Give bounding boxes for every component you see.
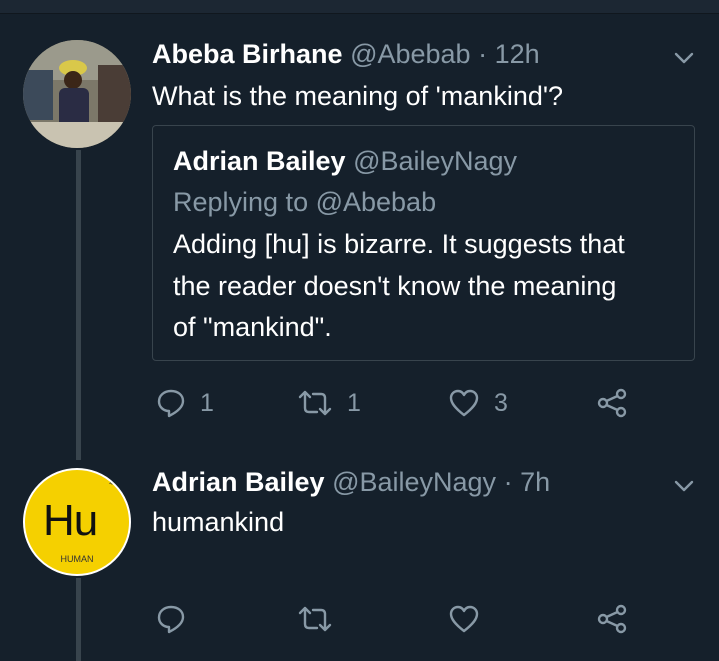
quote-author-handle: @BaileyNagy <box>353 146 518 176</box>
like-count: 3 <box>494 389 508 417</box>
quote-author-name: Adrian Bailey <box>173 146 346 176</box>
tweet-text: What is the meaning of 'mankind'? <box>152 81 564 111</box>
reply-icon <box>157 389 185 418</box>
share-icon <box>597 388 627 418</box>
retweet-icon <box>298 390 332 416</box>
timestamp[interactable]: 12h <box>495 39 540 69</box>
tweet-text: humankind <box>152 507 285 537</box>
share-button[interactable] <box>596 388 628 418</box>
retweet-icon <box>298 606 332 632</box>
tweet-header: Abeba Birhane @Abebab · 12h <box>152 38 540 70</box>
author-name[interactable]: Adrian Bailey <box>152 467 325 497</box>
quote-text-line: the reader doesn't know the meaning <box>173 271 617 301</box>
author-handle[interactable]: @Abebab <box>350 39 471 69</box>
top-bar <box>0 0 719 14</box>
avatar-photo <box>23 40 131 148</box>
like-icon <box>449 389 479 417</box>
avatar-number: 4.5 <box>109 480 119 487</box>
quote-text-line: of "mankind". <box>173 312 332 342</box>
share-button[interactable] <box>596 604 628 634</box>
avatar-adrian[interactable]: 4.5 Hu HUMAN <box>23 468 131 576</box>
reply-button[interactable] <box>156 604 186 634</box>
separator: · <box>478 39 488 69</box>
reply-count: 1 <box>200 389 214 417</box>
retweet-button[interactable]: 1 <box>297 388 361 418</box>
chevron-down-icon[interactable] <box>672 474 696 498</box>
avatar-abeba[interactable] <box>23 40 131 148</box>
quote-text-line: Adding [hu] is bizarre. It suggests that <box>173 229 625 259</box>
avatar-label: HUMAN <box>60 554 94 564</box>
thread-line <box>76 578 81 661</box>
replying-to: Replying to @Abebab <box>173 187 437 217</box>
reply-button[interactable]: 1 <box>156 388 214 418</box>
tweet-header: Adrian Bailey @BaileyNagy · 7h <box>152 466 550 498</box>
share-icon <box>597 604 627 634</box>
author-handle[interactable]: @BaileyNagy <box>332 467 496 497</box>
like-button[interactable]: 3 <box>448 388 508 418</box>
author-name[interactable]: Abeba Birhane <box>152 39 343 69</box>
quote-header: Adrian Bailey @BaileyNagy <box>173 145 517 177</box>
avatar-symbol: Hu <box>43 496 98 545</box>
chevron-down-icon[interactable] <box>672 46 696 70</box>
timestamp[interactable]: 7h <box>520 467 550 497</box>
separator: · <box>503 467 513 497</box>
reply-icon <box>157 605 185 634</box>
retweet-button[interactable] <box>297 604 333 634</box>
quoted-tweet[interactable]: Adrian Bailey @BaileyNagy Replying to @A… <box>152 125 695 361</box>
like-icon <box>449 605 479 633</box>
retweet-count: 1 <box>347 389 361 417</box>
like-button[interactable] <box>448 604 480 634</box>
thread-line <box>76 150 81 460</box>
